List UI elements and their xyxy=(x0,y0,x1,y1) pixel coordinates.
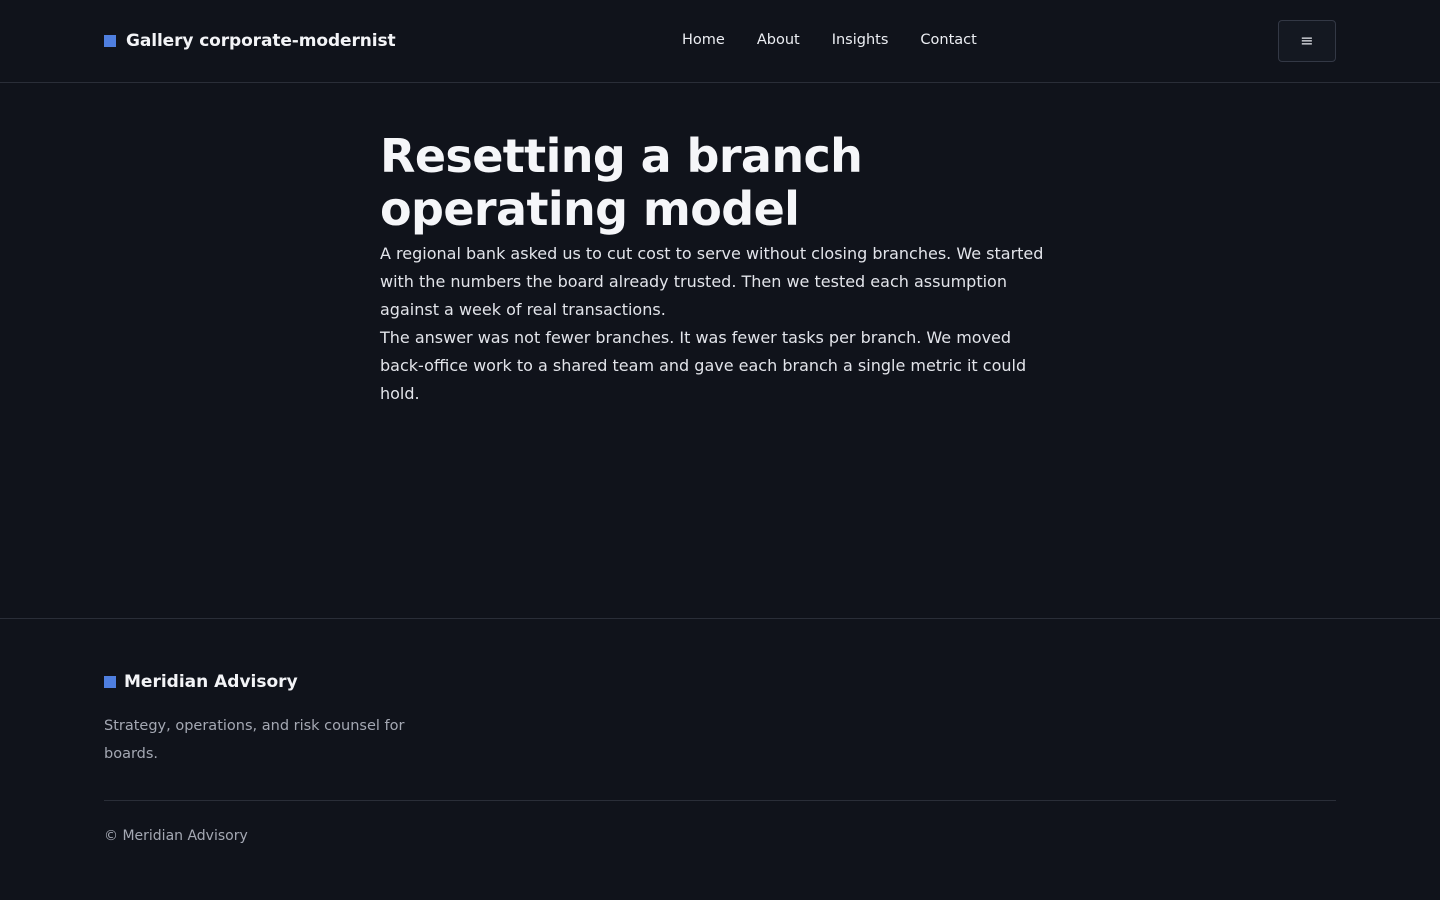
nav-link-about[interactable]: About xyxy=(757,32,800,48)
copyright: © Meridian Advisory xyxy=(104,828,248,844)
menu-button[interactable]: ≡ xyxy=(1278,20,1336,62)
brand-square-icon xyxy=(104,676,116,688)
footer-divider xyxy=(104,800,1336,801)
site-header: Gallery corporate-modernist Home About I… xyxy=(0,0,1440,83)
nav-link-home[interactable]: Home xyxy=(682,32,725,48)
footer-brand[interactable]: Meridian Advisory xyxy=(104,669,298,695)
hamburger-icon: ≡ xyxy=(1300,31,1314,50)
brand-square-icon xyxy=(104,35,116,47)
brand-logo[interactable]: Gallery corporate-modernist xyxy=(104,28,396,54)
article-paragraph: The answer was not fewer branches. It wa… xyxy=(380,328,1027,403)
article-body: A regional bank asked us to cut cost to … xyxy=(380,240,1060,408)
brand-name: Gallery corporate-modernist xyxy=(126,31,396,51)
nav-link-contact[interactable]: Contact xyxy=(920,32,976,48)
article-title: Resetting a branch operating model xyxy=(380,129,863,236)
article: Resetting a branch operating model A reg… xyxy=(380,130,1060,408)
nav-link-insights[interactable]: Insights xyxy=(832,32,889,48)
footer-brand-name: Meridian Advisory xyxy=(124,672,298,692)
footer-tagline: Strategy, operations, and risk counsel f… xyxy=(104,718,405,762)
page: Gallery corporate-modernist Home About I… xyxy=(0,0,1440,900)
article-paragraph: A regional bank asked us to cut cost to … xyxy=(380,244,1044,319)
main-nav: Home About Insights Contact xyxy=(682,30,977,50)
site-footer: Meridian Advisory Strategy, operations, … xyxy=(0,618,1440,900)
